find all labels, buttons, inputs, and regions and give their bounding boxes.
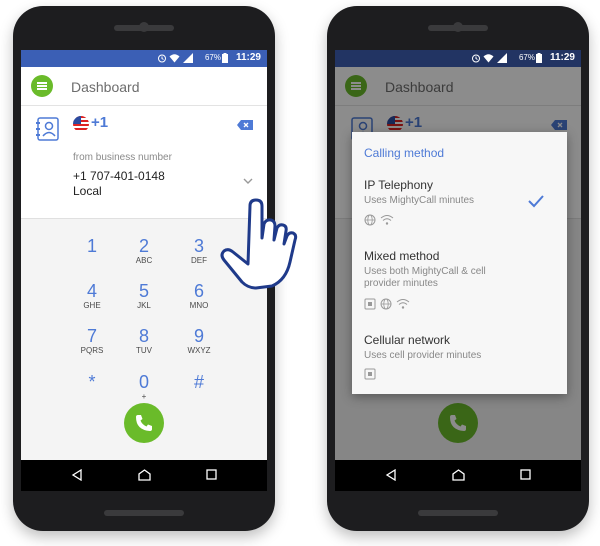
- key-6[interactable]: 6 MNO: [174, 281, 224, 310]
- nav-bar: [335, 460, 581, 491]
- page-title: Dashboard: [71, 79, 140, 95]
- country-code[interactable]: +1: [91, 114, 108, 131]
- battery-icon: [222, 53, 228, 63]
- option-title: Mixed method: [364, 249, 440, 263]
- backspace-icon[interactable]: [237, 120, 253, 130]
- us-flag-icon[interactable]: [73, 116, 89, 132]
- contacts-icon[interactable]: [35, 116, 61, 142]
- call-button[interactable]: [124, 403, 164, 443]
- sim-icon: [364, 368, 376, 380]
- status-time: 11:29: [549, 52, 575, 63]
- battery-icon: [536, 53, 542, 63]
- key-hash[interactable]: #: [174, 372, 224, 392]
- status-time: 11:29: [235, 52, 261, 63]
- key-5[interactable]: 5 JKL: [119, 281, 169, 310]
- key-1[interactable]: 1: [67, 236, 117, 256]
- option-desc: Uses cell provider minutes: [364, 350, 482, 361]
- phone-right: 67% 11:29 Dashboard +1 Calling method IP…: [327, 6, 589, 531]
- back-icon[interactable]: [71, 469, 83, 481]
- alarm-icon: [158, 54, 166, 63]
- wifi-icon: [396, 299, 410, 309]
- camera: [453, 22, 463, 32]
- dialog-title: Calling method: [364, 146, 445, 160]
- battery-percent: 67%: [518, 53, 535, 62]
- key-8[interactable]: 8 TUV: [119, 326, 169, 355]
- wifi-icon: [483, 54, 494, 63]
- number-type[interactable]: Local: [73, 184, 102, 198]
- phone-icon: [136, 415, 152, 431]
- bottom-speaker: [418, 510, 498, 516]
- camera: [139, 22, 149, 32]
- menu-button[interactable]: [31, 75, 53, 97]
- key-3[interactable]: 3 DEF: [174, 236, 224, 265]
- option-desc: Uses MightyCall minutes: [364, 195, 475, 206]
- option-title: Cellular network: [364, 333, 451, 347]
- recents-icon[interactable]: [206, 469, 217, 480]
- globe-icon: [380, 298, 392, 310]
- key-4[interactable]: 4 GHE: [67, 281, 117, 310]
- globe-icon: [364, 214, 376, 226]
- battery-percent: 67%: [204, 53, 221, 62]
- chevron-down-icon[interactable]: [243, 176, 253, 186]
- alarm-icon: [472, 54, 480, 63]
- key-2[interactable]: 2 ABC: [119, 236, 169, 265]
- recents-icon[interactable]: [520, 469, 531, 480]
- business-number[interactable]: +1 707-401-0148: [73, 169, 165, 183]
- status-bar: 67% 11:29: [21, 50, 267, 67]
- option-desc: Uses both MightyCall & cell provider min…: [364, 266, 486, 289]
- screen-right: 67% 11:29 Dashboard +1 Calling method IP…: [335, 50, 581, 491]
- signal-icon: [183, 53, 193, 63]
- bottom-speaker: [104, 510, 184, 516]
- key-star[interactable]: *: [67, 372, 117, 392]
- home-icon[interactable]: [138, 469, 151, 481]
- key-0[interactable]: 0 +: [119, 372, 169, 401]
- back-icon[interactable]: [385, 469, 397, 481]
- key-9[interactable]: 9 WXYZ: [174, 326, 224, 355]
- status-bar: 67% 11:29: [335, 50, 581, 67]
- signal-icon: [497, 53, 507, 63]
- option-title: IP Telephony: [364, 178, 433, 192]
- sim-icon: [364, 298, 376, 310]
- from-label: from business number: [73, 152, 172, 163]
- key-7[interactable]: 7 PQRS: [67, 326, 117, 355]
- wifi-icon: [380, 215, 394, 225]
- home-icon[interactable]: [452, 469, 465, 481]
- option-icons: [364, 298, 410, 310]
- hand-pointer-icon: [220, 198, 298, 290]
- nav-bar: [21, 460, 267, 491]
- option-icons: [364, 214, 394, 226]
- app-bar: Dashboard: [21, 67, 267, 106]
- option-icons: [364, 368, 376, 380]
- wifi-icon: [169, 54, 180, 63]
- calling-method-dialog: Calling method IP Telephony Uses MightyC…: [352, 132, 567, 394]
- checkmark-icon: [528, 195, 544, 208]
